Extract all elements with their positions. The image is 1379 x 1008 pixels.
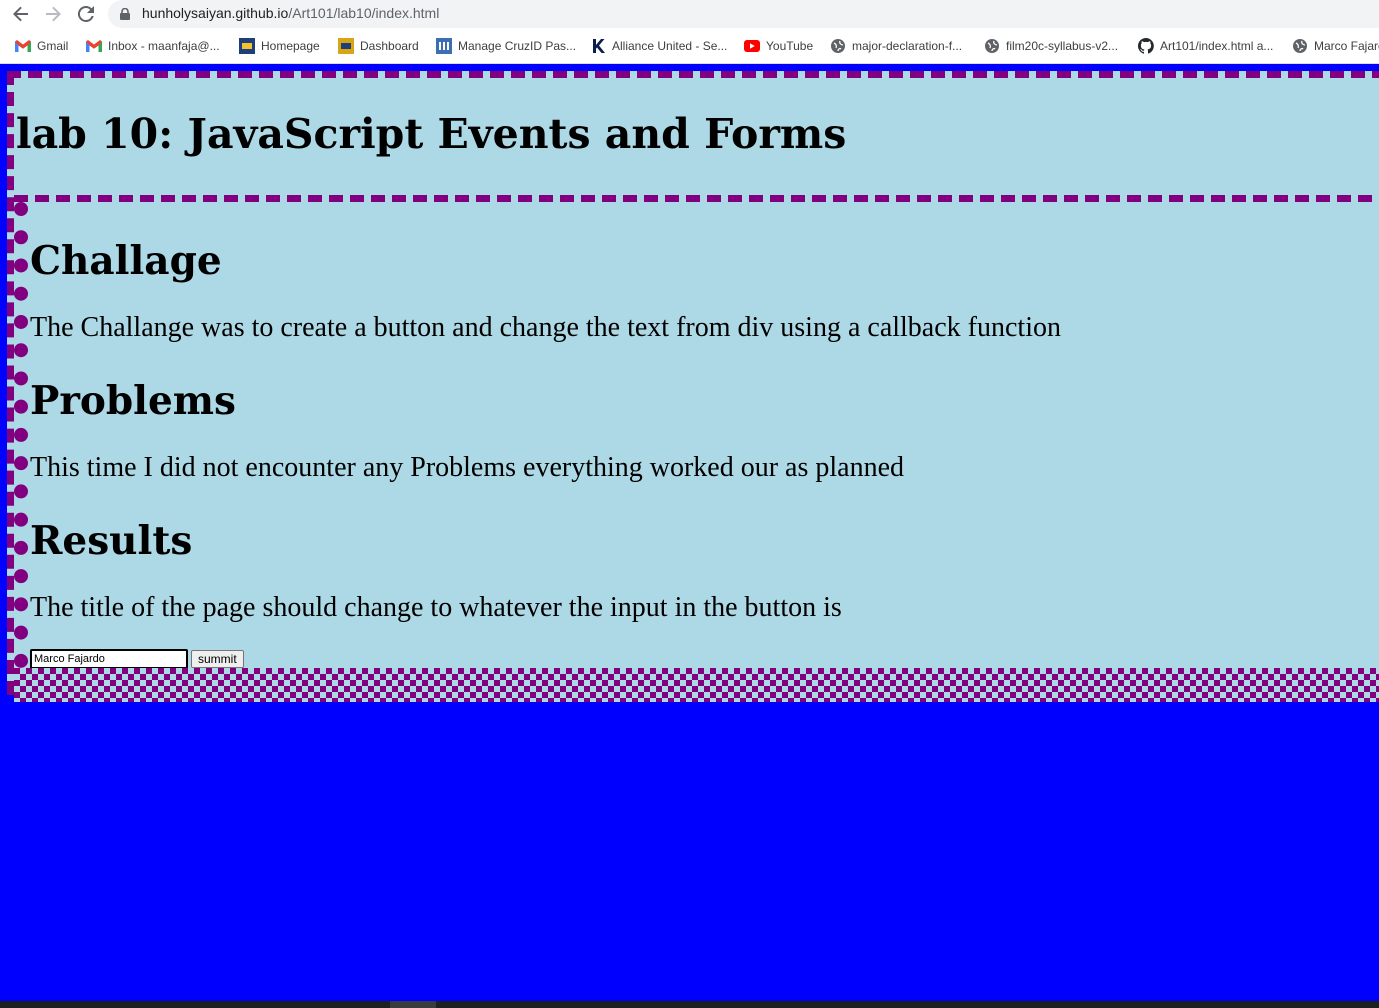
header-section: lab 10: JavaScript Events and Forms [14, 78, 1379, 202]
challenge-text: The Challange was to create a button and… [30, 312, 1061, 343]
bookmark-homepage[interactable]: Homepage [239, 38, 320, 54]
bookmark-manage-cruzid[interactable]: Manage CruzID Pas... [436, 38, 576, 54]
alliance-k-icon [590, 38, 606, 54]
gmail-icon [15, 38, 31, 54]
bookmark-art101-index[interactable]: Art101/index.html a... [1138, 38, 1273, 54]
checkered-footer-border [14, 668, 1379, 702]
ucsc-icon [239, 38, 255, 54]
bookmark-dashboard[interactable]: Dashboard [338, 38, 419, 54]
bookmark-youtube[interactable]: YouTube [744, 38, 813, 54]
bookmark-label: major-declaration-f... [852, 39, 963, 53]
taskbar [0, 1001, 1379, 1008]
bookmark-label: Marco Fajardo [1314, 39, 1379, 53]
problems-text: This time I did not encounter any Proble… [30, 452, 905, 483]
back-arrow-icon[interactable] [10, 3, 32, 25]
address-bar[interactable]: hunholysaiyan.github.io/Art101/lab10/ind… [108, 0, 1379, 28]
main-section: Challage The Challange was to create a b… [14, 202, 1379, 669]
gmail-icon [86, 38, 102, 54]
bookmark-label: Gmail [37, 39, 69, 53]
url-path: /Art101/lab10/index.html [288, 5, 440, 21]
url-text: hunholysaiyan.github.io/Art101/lab10/ind… [142, 5, 439, 21]
browser-toolbar: hunholysaiyan.github.io/Art101/lab10/ind… [0, 0, 1379, 28]
results-text: The title of the page should change to w… [30, 592, 842, 623]
bookmark-major-declaration[interactable]: major-declaration-f... [830, 38, 962, 54]
url-host: hunholysaiyan.github.io [142, 5, 289, 21]
reload-icon[interactable] [75, 3, 97, 25]
name-input[interactable] [30, 649, 188, 669]
forward-arrow-icon[interactable] [42, 3, 64, 25]
bookmark-gmail[interactable]: Gmail [15, 38, 68, 54]
bookmarks-bar: Gmail Inbox - maanfaja@... Homepage Dash… [0, 30, 1379, 62]
page-body: lab 10: JavaScript Events and Forms Chal… [0, 64, 1379, 1008]
taskbar-active-indicator[interactable] [390, 1001, 436, 1008]
its-icon [436, 38, 452, 54]
youtube-icon [744, 38, 760, 54]
bookmark-label: Alliance United - Se... [612, 39, 728, 53]
bookmark-label: Inbox - maanfaja@... [108, 39, 220, 53]
bookmark-alliance-united[interactable]: Alliance United - Se... [590, 38, 727, 54]
submit-button[interactable]: summit [191, 650, 244, 668]
globe-icon [1292, 38, 1308, 54]
globe-icon [830, 38, 846, 54]
bookmark-marco-fajardo[interactable]: Marco Fajardo [1292, 38, 1379, 54]
ucsc-dashboard-icon [338, 38, 354, 54]
bookmark-label: film20c-syllabus-v2... [1006, 39, 1119, 53]
github-icon [1138, 38, 1154, 54]
results-heading: Results [30, 518, 193, 564]
bookmark-label: Homepage [261, 39, 320, 53]
challenge-heading: Challage [30, 238, 222, 284]
globe-icon [984, 38, 1000, 54]
bookmark-label: Art101/index.html a... [1160, 39, 1274, 53]
bookmark-label: Manage CruzID Pas... [458, 39, 577, 53]
content-container: lab 10: JavaScript Events and Forms Chal… [7, 71, 1379, 702]
bookmark-film20c-syllabus[interactable]: film20c-syllabus-v2... [984, 38, 1118, 54]
name-form: summit [30, 649, 244, 669]
page-title: lab 10: JavaScript Events and Forms [16, 110, 847, 158]
bookmark-label: Dashboard [360, 39, 419, 53]
problems-heading: Problems [30, 378, 237, 424]
bookmark-inbox[interactable]: Inbox - maanfaja@... [86, 38, 220, 54]
lock-icon [120, 8, 130, 20]
bookmark-label: YouTube [766, 39, 814, 53]
